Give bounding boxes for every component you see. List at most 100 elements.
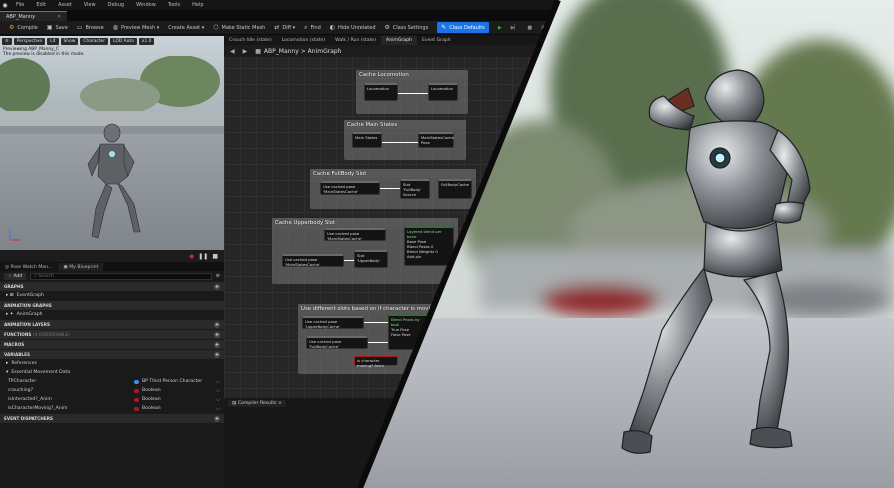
references-label: References [11, 361, 37, 366]
show-button[interactable]: Show [60, 38, 79, 45]
category-references[interactable]: ▸ References [0, 359, 224, 368]
viewport-info-line2: The preview is disabled in this mode. [3, 52, 85, 57]
item-anim-graph[interactable]: ▸ ✦ AnimGraph [0, 310, 224, 319]
category-essential-movement[interactable]: ▾ Essential Movement Data [0, 368, 224, 377]
node-main-states-cache[interactable]: MainStatesCache Pose [418, 132, 454, 148]
tab-anim-graph-label: AnimGraph [386, 38, 412, 43]
variable-row[interactable]: TPCharacter BP Third Person Character ◡ [0, 377, 224, 386]
compile-button[interactable]: ⚙ Compile [9, 22, 38, 33]
unreal-logo-icon[interactable]: ◉ [0, 0, 10, 10]
visibility-eye-icon[interactable]: ◡ [216, 388, 220, 393]
tab-my-blueprint[interactable]: ▣ My Blueprint [58, 263, 104, 271]
stop-button[interactable]: ■ [527, 22, 532, 33]
menu-debug[interactable]: Debug [108, 2, 124, 8]
comment-cache-upperbody-slot[interactable]: Cache Upperbody Slot Use cached pose 'Ma… [272, 218, 458, 284]
record-icon[interactable]: ◉ [189, 253, 194, 260]
visibility-eye-icon[interactable]: ◡ [216, 379, 220, 384]
class-defaults-button[interactable]: ✎ Class Defaults [437, 22, 489, 33]
node-use-cached-pose-a[interactable]: Use cached pose 'MainStatesCache' [324, 228, 386, 241]
menu-tools[interactable]: Tools [168, 2, 180, 8]
lod-button[interactable]: LOD Auto [110, 38, 137, 45]
section-variables[interactable]: VARIABLES + [0, 350, 224, 359]
find-button[interactable]: ⌕ Find [304, 22, 321, 33]
section-animation-graphs[interactable]: ANIMATION GRAPHS [0, 301, 224, 310]
section-graphs[interactable]: GRAPHS + [0, 282, 224, 291]
diff-icon: ⇄ [274, 24, 280, 31]
make-static-mesh-button[interactable]: ⬡ Make Static Mesh [213, 22, 265, 33]
pause-icon[interactable]: ❚❚ [198, 253, 208, 260]
node-upperbody-cache[interactable]: Use cached pose 'UpperBodyCache' [302, 316, 364, 329]
speed-button[interactable]: x1.0 [138, 38, 155, 45]
comment-cache-fullbody-slot[interactable]: Cache FullBody Slot Use cached pose 'Mai… [310, 169, 476, 209]
add-graph-icon[interactable]: + [214, 283, 220, 290]
tab-event-graph[interactable]: Event Graph [417, 36, 456, 45]
node-is-moving-variable[interactable]: Is character moving? Anim [354, 356, 398, 368]
tab-crouch-idle[interactable]: Crouch Idle (state) [224, 36, 277, 45]
add-layer-icon[interactable]: + [214, 321, 220, 328]
menu-view[interactable]: View [84, 2, 96, 8]
blueprint-toolbar: + Add ⌕ Search ⚙ [0, 271, 224, 281]
menu-edit[interactable]: Edit [36, 2, 46, 8]
hide-unrelated-button[interactable]: ◐ Hide Unrelated [330, 22, 376, 33]
tab-walk-run[interactable]: Walk / Run (state) [330, 36, 381, 45]
tab-anim-graph[interactable]: AnimGraph [381, 36, 417, 45]
node-use-cached-pose[interactable]: Use cached pose 'MainStatesCache' [320, 181, 380, 195]
node-save-cached-pose[interactable]: Locomotion [428, 83, 458, 101]
settings-gear-icon[interactable]: ⚙ [216, 274, 220, 279]
section-macros[interactable]: MACROS + [0, 340, 224, 349]
node-main-states[interactable]: Main States [352, 132, 382, 148]
add-macro-icon[interactable]: + [214, 341, 220, 348]
node-fullbody-cache[interactable]: FullBodyCache [438, 179, 472, 199]
viewport-menu-button[interactable]: ≡ [2, 38, 12, 45]
visibility-eye-icon[interactable]: ◡ [216, 406, 220, 411]
blueprint-search-input[interactable]: ⌕ Search [30, 272, 212, 280]
add-dispatcher-icon[interactable]: + [214, 415, 220, 422]
node-fullbody-cache-use[interactable]: Use cached pose 'FullBodyCache' [306, 336, 368, 349]
breadcrumb-leaf[interactable]: AnimGraph [308, 48, 342, 55]
preview-mesh-button[interactable]: ◍ Preview Mesh ▾ [113, 22, 160, 33]
section-functions[interactable]: FUNCTIONS (4 OVERRIDABLE) + [0, 330, 224, 339]
perspective-button[interactable]: Perspective [13, 38, 46, 45]
save-button[interactable]: ▣ Save [47, 22, 68, 33]
node-use-cached-pose-b[interactable]: Use cached pose 'MainStatesCache' [282, 254, 344, 267]
menu-file[interactable]: File [16, 2, 24, 8]
close-tab-icon[interactable]: × [57, 14, 61, 20]
browse-button[interactable]: ▭ Browse [77, 22, 104, 33]
find-label: Find [310, 24, 321, 31]
tab-pose-watch-manager[interactable]: ◎ Pose Watch Man... [0, 263, 58, 271]
add-button[interactable]: + Add [4, 272, 27, 280]
node-layered-blend[interactable]: Layered blend per bone Base Pose Blend P… [404, 226, 454, 266]
forward-arrow-icon[interactable]: ▶ [243, 48, 248, 55]
compiler-results-tab[interactable]: ▤ Compiler Results × [228, 400, 286, 407]
preview-viewport[interactable]: ≡ Perspective Lit Show Character LOD Aut… [0, 36, 224, 250]
node-slot-fullbody[interactable]: Slot 'FullBody' Source [400, 179, 430, 199]
stop-icon[interactable]: ■ [212, 253, 218, 260]
node-locomotion-state[interactable]: Locomotion [364, 83, 398, 101]
document-tab-abp-manny[interactable]: ABP_Manny × [0, 11, 68, 21]
visibility-eye-icon[interactable]: ◡ [216, 397, 220, 402]
item-event-graph[interactable]: ▸ ⊞ EventGraph [0, 291, 224, 300]
variable-row[interactable]: isInteracted?_Anim Boolean ◡ [0, 395, 224, 404]
character-button[interactable]: Character [80, 38, 109, 45]
create-asset-button[interactable]: Create Asset ▾ [168, 22, 204, 33]
comment-cache-main-states[interactable]: Cache Main States Main States MainStates… [344, 120, 466, 160]
diff-button[interactable]: ⇄ Diff ▾ [274, 22, 295, 33]
comment-cache-locomotion[interactable]: Cache Locomotion Locomotion Locomotion [356, 70, 468, 114]
add-variable-icon[interactable]: + [214, 351, 220, 358]
lit-button[interactable]: Lit [47, 38, 59, 45]
class-settings-button[interactable]: ⚙ Class Settings [385, 22, 429, 33]
menu-window[interactable]: Window [136, 2, 156, 8]
step-button[interactable]: ▶▏ [511, 22, 519, 33]
section-event-dispatchers[interactable]: EVENT DISPATCHERS + [0, 414, 224, 423]
menu-help[interactable]: Help [192, 2, 203, 8]
section-animation-layers[interactable]: ANIMATION LAYERS + [0, 320, 224, 329]
back-arrow-icon[interactable]: ◀ [230, 48, 235, 55]
add-function-icon[interactable]: + [214, 331, 220, 338]
tab-locomotion[interactable]: Locomotion (state) [277, 36, 330, 45]
node-slot-upperbody[interactable]: Slot 'UpperBody' [354, 250, 388, 268]
play-button[interactable]: ▶ [498, 22, 502, 33]
breadcrumb-root[interactable]: ABP_Manny [264, 48, 299, 55]
variable-row[interactable]: crouching? Boolean ◡ [0, 386, 224, 395]
variable-row[interactable]: isCharacterMoving?_Anim Boolean ◡ [0, 404, 224, 413]
menu-asset[interactable]: Asset [58, 2, 72, 8]
